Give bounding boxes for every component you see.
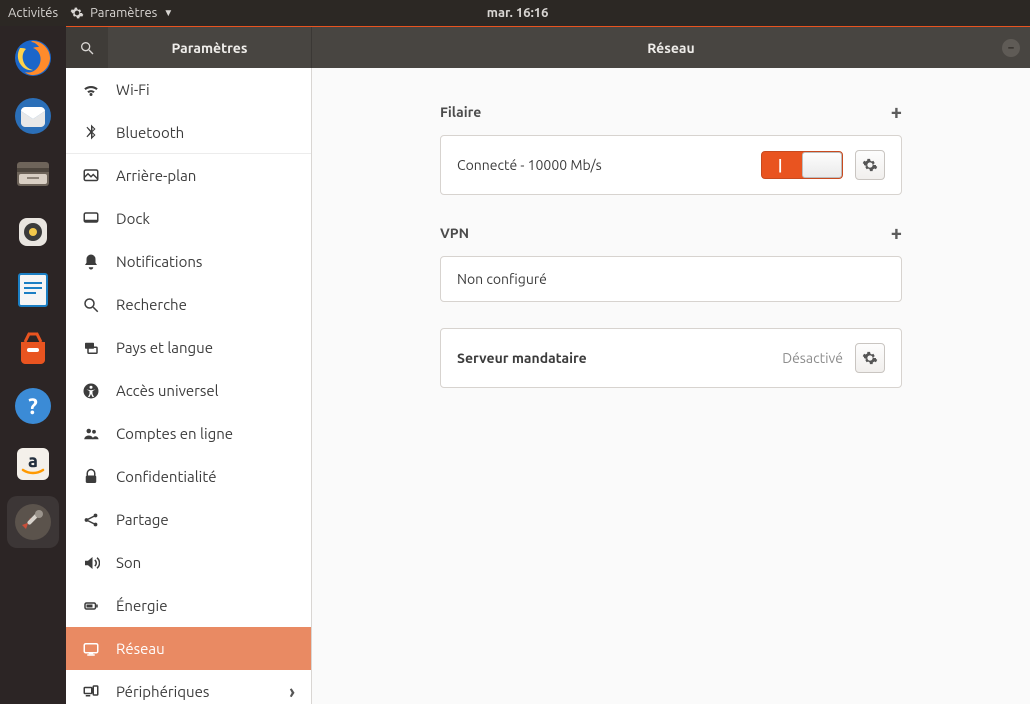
section-wired-header: Filaire + [440,100,902,123]
sidebar-item-label: Énergie [116,597,295,614]
add-wired-button[interactable]: + [891,100,902,123]
sidebar-item-label: Comptes en ligne [116,425,295,442]
sidebar-item-label: Notifications [116,253,295,270]
gear-icon [862,157,878,173]
sidebar-item-label: Son [116,554,295,571]
background-icon [82,167,100,185]
wifi-icon [82,81,100,99]
sidebar-item-label: Dock [116,210,295,227]
section-vpn-title: VPN [440,225,469,241]
sidebar-title: Paramètres [108,40,311,56]
bell-icon [82,253,100,271]
sidebar-item-privacy[interactable]: Confidentialité [66,455,311,498]
proxy-settings-button[interactable] [855,343,885,373]
sidebar-item-accessibility[interactable]: Accès universel [66,369,311,412]
region-icon [82,339,100,357]
sidebar-item-accounts[interactable]: Comptes en ligne [66,412,311,455]
sidebar-item-label: Wi-Fi [116,81,295,98]
launcher-settings[interactable] [7,496,59,548]
top-panel: Activités Paramètres ▼ mar. 16:16 [0,0,1030,26]
sidebar-item-label: Confidentialité [116,468,295,485]
minimize-button[interactable]: – [1002,39,1020,57]
sidebar-item-network[interactable]: Réseau [66,627,311,670]
toggle-knob [802,152,842,178]
svg-text:?: ? [28,394,38,419]
header-bar: Paramètres Réseau – [66,26,1030,68]
launcher-help[interactable]: ? [7,380,59,432]
sidebar-item-label: Périphériques [116,683,273,700]
clock[interactable]: mar. 16:16 [173,6,862,20]
gear-icon [70,6,84,20]
sidebar-item-label: Arrière-plan [116,167,295,184]
launcher-rhythmbox[interactable] [7,206,59,258]
privacy-icon [82,468,100,486]
network-icon [82,640,100,658]
proxy-title: Serveur mandataire [457,350,770,366]
share-icon [82,511,100,529]
launcher-writer[interactable] [7,264,59,316]
toggle-on-indicator: | [778,157,782,173]
vpn-status: Non configuré [457,271,885,287]
dock-icon [82,210,100,228]
vpn-row: Non configuré [440,256,902,302]
launcher: ? a [0,26,66,704]
sidebar-item-bell[interactable]: Notifications [66,240,311,283]
svg-text:a: a [28,451,38,471]
sidebar: Wi-Fi Bluetooth Arrière-plan Dock Notificati… [66,68,312,704]
sidebar-item-label: Pays et langue [116,339,295,356]
sidebar-item-search[interactable]: Recherche [66,283,311,326]
section-wired-title: Filaire [440,104,481,120]
accounts-icon [82,425,100,443]
chevron-right-icon: › [289,682,295,702]
main-pane: Filaire + Connecté - 10000 Mb/s | VPN + [312,68,1030,704]
add-vpn-button[interactable]: + [891,221,902,244]
sidebar-item-label: Bluetooth [116,124,295,141]
wired-settings-button[interactable] [855,150,885,180]
sidebar-item-label: Accès universel [116,382,295,399]
sidebar-item-devices[interactable]: Périphériques › [66,670,311,704]
app-menu[interactable]: Paramètres ▼ [70,6,173,20]
sound-icon [82,554,100,572]
power-icon [82,597,100,615]
launcher-thunderbird[interactable] [7,90,59,142]
dropdown-icon: ▼ [163,7,173,19]
search-icon [82,296,100,314]
sidebar-item-power[interactable]: Énergie [66,584,311,627]
sidebar-item-label: Recherche [116,296,295,313]
sidebar-item-region[interactable]: Pays et langue [66,326,311,369]
accessibility-icon [82,382,100,400]
settings-window: Paramètres Réseau – Wi-Fi Bluetooth Arrièr… [66,26,1030,704]
proxy-status: Désactivé [782,350,843,366]
sidebar-item-share[interactable]: Partage [66,498,311,541]
bluetooth-icon [82,123,100,141]
launcher-files[interactable] [7,148,59,200]
sidebar-item-wifi[interactable]: Wi-Fi [66,68,311,111]
sidebar-item-bluetooth[interactable]: Bluetooth [66,111,311,154]
sidebar-item-sound[interactable]: Son [66,541,311,584]
launcher-firefox[interactable] [7,32,59,84]
proxy-row: Serveur mandataire Désactivé [440,328,902,388]
sidebar-item-dock[interactable]: Dock [66,197,311,240]
launcher-software[interactable] [7,322,59,374]
panel-title: Réseau [647,40,694,56]
sidebar-item-background[interactable]: Arrière-plan [66,154,311,197]
sidebar-item-label: Réseau [116,640,295,657]
wired-status: Connecté - 10000 Mb/s [457,157,749,173]
section-vpn-header: VPN + [440,221,902,244]
wired-toggle[interactable]: | [761,151,843,179]
app-menu-label: Paramètres [90,6,157,20]
activities-button[interactable]: Activités [8,6,58,20]
search-button[interactable] [66,27,108,69]
search-icon [79,40,95,56]
devices-icon [82,683,100,701]
gear-icon [862,350,878,366]
sidebar-item-label: Partage [116,511,295,528]
wired-connection-row: Connecté - 10000 Mb/s | [440,135,902,195]
launcher-amazon[interactable]: a [7,438,59,490]
